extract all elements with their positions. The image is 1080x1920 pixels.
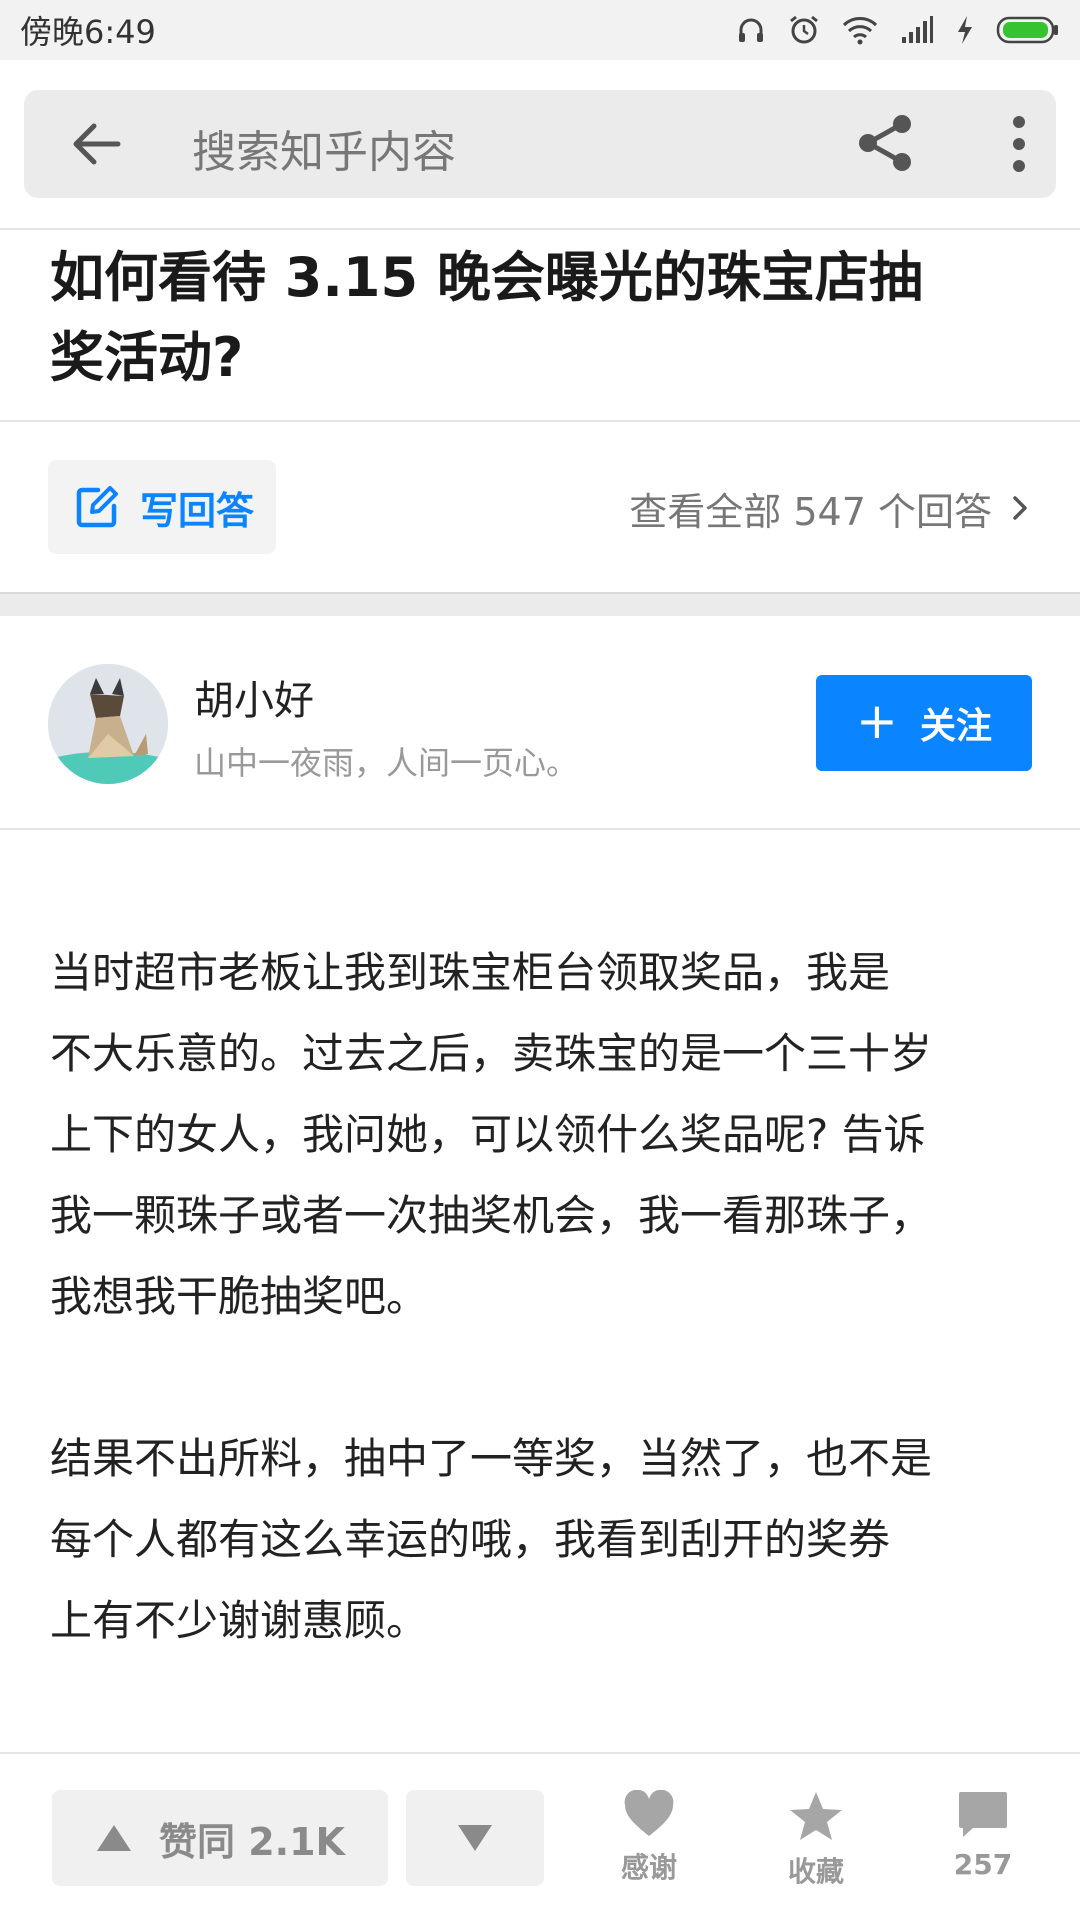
- triangle-down-icon: [458, 1825, 492, 1851]
- question-title-line: 如何看待 3.15 晚会曝光的珠宝店抽: [50, 246, 923, 309]
- collect-label: 收藏: [787, 1855, 844, 1888]
- collect-button[interactable]: 收藏: [756, 1790, 876, 1900]
- edit-icon: [76, 486, 118, 528]
- back-arrow-icon: [73, 123, 121, 165]
- divider: [0, 420, 1080, 422]
- more-vertical-icon: [1013, 116, 1025, 172]
- answer-line: 结果不出所料，抽中了一等奖，当然了，也不是: [50, 1434, 933, 1483]
- divider: [0, 828, 1080, 830]
- answer-line: 不大乐意的。过去之后，卖珠宝的是一个三十岁: [50, 1029, 933, 1078]
- view-all-answers-link[interactable]: 查看全部 547 个回答: [629, 480, 1030, 536]
- author-bio: 山中一夜雨，人间一页心。: [194, 744, 579, 782]
- question-title-line: 奖活动?: [50, 326, 244, 389]
- answer-line: 我想我干脆抽奖吧。: [50, 1272, 429, 1321]
- share-button[interactable]: [852, 110, 918, 176]
- comments-button[interactable]: 257: [923, 1790, 1043, 1900]
- avatar[interactable]: [48, 664, 168, 784]
- star-icon: [790, 1792, 842, 1840]
- bottom-action-bar: 赞同 2.1K 感谢 收藏 257: [0, 1752, 1080, 1920]
- alarm-icon: [790, 15, 818, 44]
- author-name[interactable]: 胡小好: [194, 668, 314, 726]
- vote-down-button[interactable]: [406, 1790, 544, 1886]
- heart-icon: [624, 1790, 674, 1836]
- answer-paragraph: 当时超市老板让我到珠宝柜台领取奖品，我是 不大乐意的。过去之后，卖珠宝的是一个三…: [50, 932, 1040, 1337]
- triangle-up-icon: [97, 1825, 131, 1851]
- answer-line: 上有不少谢谢惠顾。: [50, 1596, 429, 1645]
- status-bar: 傍晚6:49: [0, 0, 1080, 60]
- view-all-answers-label: 查看全部 547 个回答: [629, 489, 992, 534]
- comment-icon: [959, 1792, 1007, 1837]
- write-answer-label: 写回答: [140, 488, 255, 533]
- divider: [0, 228, 1080, 230]
- cat-avatar-icon: [48, 664, 168, 784]
- answer-paragraph: 结果不出所料，抽中了一等奖，当然了，也不是 每个人都有这么幸运的哦，我看到刮开的…: [50, 1418, 1040, 1661]
- wifi-icon: [842, 17, 878, 45]
- status-icons: [736, 14, 1060, 46]
- vote-up-button[interactable]: 赞同 2.1K: [52, 1790, 388, 1886]
- answer-line: 上下的女人，我问她，可以领什么奖品呢? 告诉: [50, 1110, 926, 1159]
- search-input[interactable]: 搜索知乎内容: [192, 116, 456, 180]
- answer-line: 我一颗珠子或者一次抽奖机会，我一看那珠子，: [50, 1191, 933, 1240]
- charging-icon: [958, 16, 972, 44]
- app-bar: 搜索知乎内容: [0, 60, 1080, 228]
- answer-line: 每个人都有这么幸运的哦，我看到刮开的奖券: [50, 1515, 891, 1564]
- signal-icon: [902, 16, 933, 43]
- more-options-button[interactable]: [1004, 112, 1034, 176]
- thanks-label: 感谢: [620, 1851, 677, 1884]
- answer-body: 当时超市老板让我到珠宝柜台领取奖品，我是 不大乐意的。过去之后，卖珠宝的是一个三…: [50, 932, 1040, 1742]
- follow-button[interactable]: + 关注: [816, 675, 1032, 771]
- plus-icon: +: [856, 692, 898, 750]
- write-answer-button[interactable]: 写回答: [48, 460, 276, 554]
- battery-icon: [996, 16, 1058, 44]
- question-title[interactable]: 如何看待 3.15 晚会曝光的珠宝店抽 奖活动?: [50, 238, 1040, 398]
- thanks-button[interactable]: 感谢: [589, 1790, 709, 1900]
- search-box[interactable]: 搜索知乎内容: [24, 90, 1056, 198]
- follow-label: 关注: [919, 706, 992, 747]
- section-separator: [0, 592, 1080, 616]
- vote-up-label: 赞同 2.1K: [159, 1819, 345, 1864]
- chevron-right-icon: [1013, 496, 1027, 520]
- status-time: 傍晚6:49: [20, 13, 156, 51]
- back-button[interactable]: [66, 114, 126, 174]
- headphones-icon: [739, 18, 763, 42]
- share-icon: [859, 115, 911, 171]
- answer-line: 当时超市老板让我到珠宝柜台领取奖品，我是: [50, 948, 891, 997]
- comment-count: 257: [953, 1848, 1013, 1881]
